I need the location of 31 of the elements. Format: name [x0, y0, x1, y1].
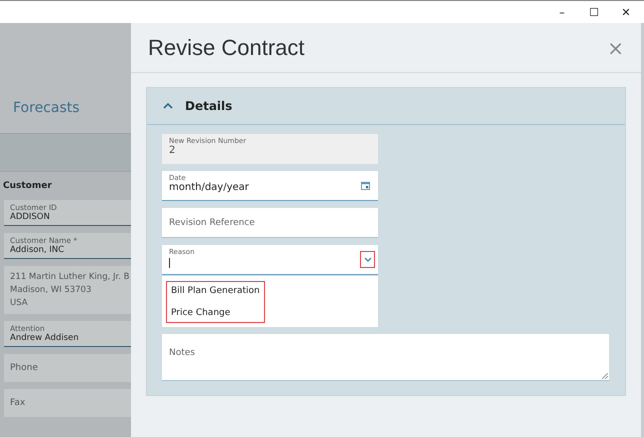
chevron-down-icon	[364, 257, 372, 262]
group-title: Customer	[2, 181, 53, 191]
dropdown-toggle[interactable]	[360, 251, 375, 268]
dialog-title: Revise Contract	[148, 34, 305, 60]
customer-field[interactable]: Fax	[4, 389, 131, 417]
revision-reference-field[interactable]: Revision Reference	[162, 208, 378, 238]
address-line: Madison, WI 53703	[10, 285, 92, 295]
address-field[interactable]: 211 Martin Luther King, Jr. B Madison, WI 53703 USA	[4, 266, 131, 314]
calendar-icon[interactable]	[361, 181, 370, 190]
field-value: 2	[169, 145, 176, 156]
chevron-up-icon[interactable]	[163, 103, 173, 109]
window-control-button[interactable]: –	[556, 6, 568, 18]
field-placeholder: Phone	[10, 363, 39, 373]
section-title: Forecasts	[13, 100, 80, 116]
field-value: Andrew Addisen	[10, 333, 80, 343]
field-placeholder: Fax	[10, 398, 26, 408]
address-line: USA	[10, 298, 29, 308]
window-control-button[interactable]: ☐	[588, 6, 600, 18]
field-value: ADDISON	[10, 212, 51, 222]
text-cursor	[169, 258, 170, 268]
customer-field[interactable]: Phone	[4, 354, 131, 382]
notes-field[interactable]: Notes	[162, 334, 609, 381]
window-control-button[interactable]: ✕	[620, 6, 632, 18]
field-placeholder: Revision Reference	[169, 218, 256, 228]
field-value: month/day/year	[169, 182, 249, 193]
dropdown-option[interactable]: Price Change	[171, 308, 260, 318]
resize-grip-icon[interactable]	[602, 373, 608, 379]
field-value: Addison, INC	[10, 245, 66, 255]
field-placeholder: Notes	[169, 348, 195, 358]
dropdown-option[interactable]: Bill Plan Generation	[171, 286, 260, 296]
section-title: Details	[185, 99, 232, 113]
